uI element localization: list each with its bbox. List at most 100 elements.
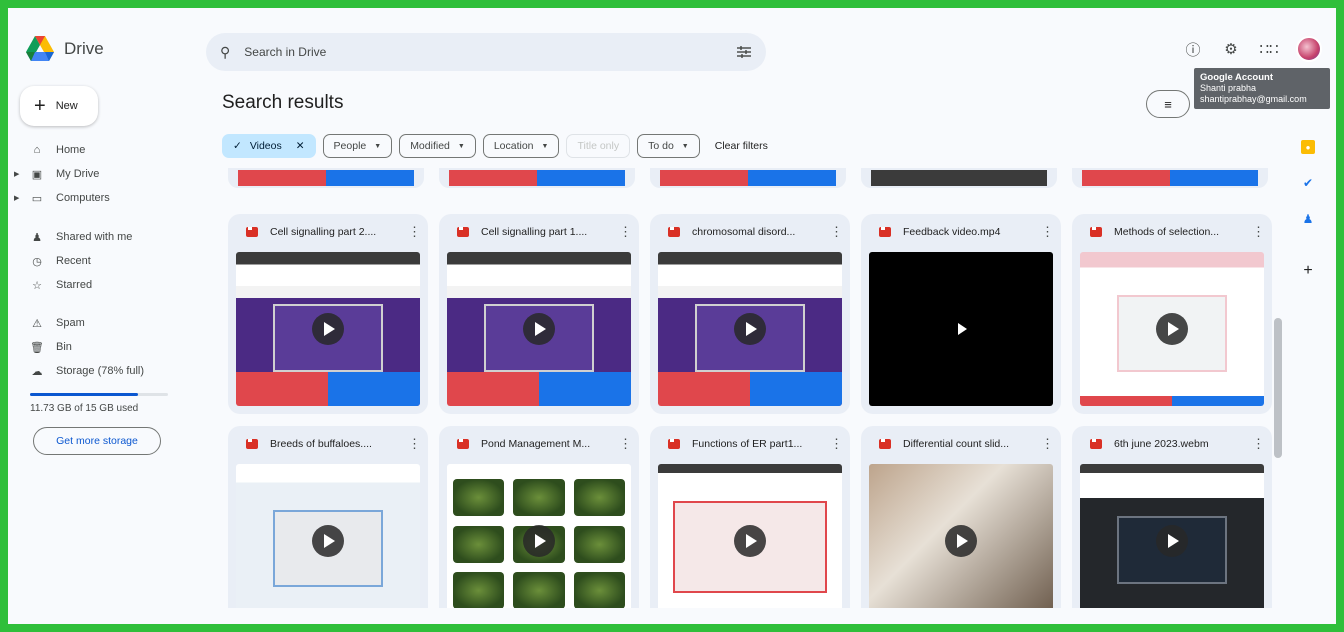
sidebar-item-label: Starred <box>56 279 93 291</box>
search-icon[interactable]: ⚲ <box>220 44 230 61</box>
video-thumbnail[interactable] <box>658 252 842 406</box>
file-card[interactable]: Cell signalling part 2.... ⋮ <box>228 214 428 414</box>
new-button[interactable]: + New <box>20 86 98 126</box>
drive-logo[interactable]: Drive <box>26 36 104 62</box>
file-card[interactable]: Differential count slid... ⋮ <box>861 426 1061 608</box>
grid-scrollbar[interactable] <box>1272 168 1284 608</box>
filter-chip-location[interactable]: Location ▼ <box>482 134 560 158</box>
sidebar-item-shared[interactable]: ♟ Shared with me <box>20 225 200 249</box>
filter-chip-label: To do <box>648 140 674 152</box>
sidebar-item-storage[interactable]: ☁ Storage (78% full) <box>20 359 200 383</box>
more-actions-icon[interactable]: ⋮ <box>408 224 421 240</box>
filter-chip-label: Title only <box>577 140 620 152</box>
play-icon[interactable] <box>523 313 555 345</box>
video-thumbnail[interactable] <box>236 252 420 406</box>
file-card[interactable]: 6th june 2023.webm ⋮ <box>1072 426 1272 608</box>
storage-used-text: 11.73 GB of 15 GB used <box>30 403 139 414</box>
settings-icon[interactable]: ⚙ <box>1220 38 1242 60</box>
check-icon: ✓ <box>233 140 242 152</box>
file-card[interactable]: Feedback video.mp4 ⋮ <box>861 214 1061 414</box>
file-card[interactable]: Breeds of buffaloes.... ⋮ <box>228 426 428 608</box>
sidebar-item-home[interactable]: ⌂ Home <box>20 138 200 162</box>
play-icon[interactable] <box>1156 525 1188 557</box>
search-input[interactable]: Search in Drive <box>244 45 722 59</box>
play-icon[interactable] <box>734 313 766 345</box>
sidebar-item-label: Storage (78% full) <box>56 365 145 377</box>
play-icon[interactable] <box>1156 313 1188 345</box>
close-icon[interactable]: ✕ <box>296 140 305 152</box>
video-thumbnail[interactable] <box>1080 464 1264 608</box>
play-icon[interactable] <box>312 525 344 557</box>
file-card[interactable]: Pond Management M... ⋮ <box>439 426 639 608</box>
more-actions-icon[interactable]: ⋮ <box>619 224 632 240</box>
clear-filters-button[interactable]: Clear filters <box>707 140 768 152</box>
keep-icon[interactable]: ● <box>1301 140 1315 154</box>
play-icon[interactable] <box>945 525 977 557</box>
tasks-icon[interactable]: ✔ <box>1301 176 1315 190</box>
play-icon[interactable] <box>312 313 344 345</box>
filter-chip-videos[interactable]: ✓ Videos ✕ <box>222 134 316 158</box>
partial-card[interactable] <box>1072 168 1268 188</box>
filter-chip-people[interactable]: People ▼ <box>322 134 393 158</box>
side-panel: ● ✔ ♟ + <box>1288 128 1328 624</box>
search-bar[interactable]: ⚲ Search in Drive <box>206 33 766 71</box>
video-file-icon <box>246 227 258 237</box>
scrollbar-thumb[interactable] <box>1274 318 1282 458</box>
more-actions-icon[interactable]: ⋮ <box>408 436 421 452</box>
sidebar-item-starred[interactable]: ☆ Starred <box>20 273 200 297</box>
sidebar-item-bin[interactable]: 🗑 Bin <box>20 335 200 359</box>
more-actions-icon[interactable]: ⋮ <box>1041 436 1054 452</box>
avatar[interactable] <box>1296 36 1322 62</box>
get-addons-icon[interactable]: + <box>1301 262 1315 279</box>
file-card[interactable]: Cell signalling part 1.... ⋮ <box>439 214 639 414</box>
play-icon[interactable] <box>945 313 977 345</box>
sidebar-item-my-drive[interactable]: ▶ ▣ My Drive <box>14 162 200 186</box>
sidebar-item-recent[interactable]: ◷ Recent <box>20 249 200 273</box>
help-icon[interactable]: ⓘ <box>1182 38 1204 60</box>
star-icon: ☆ <box>32 279 42 292</box>
partial-card[interactable] <box>228 168 424 188</box>
filter-chip-todo[interactable]: To do ▼ <box>637 134 700 158</box>
partial-card[interactable] <box>439 168 635 188</box>
sidebar-item-spam[interactable]: ⚠ Spam <box>20 311 200 335</box>
cloud-icon: ☁ <box>31 365 43 378</box>
more-actions-icon[interactable]: ⋮ <box>830 224 843 240</box>
video-thumbnail[interactable] <box>447 252 631 406</box>
file-card[interactable]: chromosomal disord... ⋮ <box>650 214 850 414</box>
play-icon[interactable] <box>523 525 555 557</box>
video-thumbnail[interactable] <box>658 464 842 608</box>
drive-window: Drive ⚲ Search in Drive ⓘ ⚙ ∷∷ Google Ac… <box>8 8 1336 624</box>
partial-card[interactable] <box>650 168 846 188</box>
contacts-icon[interactable]: ♟ <box>1301 212 1315 226</box>
sidebar-item-computers[interactable]: ▶ ▭ Computers <box>14 186 200 210</box>
chevron-down-icon: ▼ <box>374 142 382 150</box>
play-icon[interactable] <box>734 525 766 557</box>
more-actions-icon[interactable]: ⋮ <box>619 436 632 452</box>
video-file-icon <box>246 439 258 449</box>
file-title: 6th june 2023.webm <box>1114 438 1209 450</box>
apps-grid-icon[interactable]: ∷∷ <box>1258 38 1280 60</box>
more-actions-icon[interactable]: ⋮ <box>1252 224 1265 240</box>
more-actions-icon[interactable]: ⋮ <box>1252 436 1265 452</box>
sidebar-item-label: My Drive <box>56 168 100 180</box>
video-file-icon <box>1090 227 1102 237</box>
file-grid: Cell signalling part 2.... ⋮ Cell signall… <box>218 168 1274 608</box>
video-thumbnail[interactable] <box>447 464 631 608</box>
partial-card[interactable] <box>861 168 1057 188</box>
more-actions-icon[interactable]: ⋮ <box>830 436 843 452</box>
list-view-button[interactable]: ≡ <box>1146 90 1190 118</box>
get-more-storage-button[interactable]: Get more storage <box>33 427 161 455</box>
video-thumbnail[interactable] <box>869 464 1053 608</box>
search-options-icon[interactable] <box>736 45 752 59</box>
home-icon: ⌂ <box>33 144 41 156</box>
filter-chip-modified[interactable]: Modified ▼ <box>399 134 476 158</box>
video-thumbnail[interactable] <box>869 252 1053 406</box>
video-thumbnail[interactable] <box>1080 252 1264 406</box>
video-file-icon <box>457 439 469 449</box>
expand-caret-icon[interactable]: ▶ <box>14 194 19 202</box>
expand-caret-icon[interactable]: ▶ <box>14 170 19 178</box>
file-card[interactable]: Methods of selection... ⋮ <box>1072 214 1272 414</box>
file-card[interactable]: Functions of ER part1... ⋮ <box>650 426 850 608</box>
video-thumbnail[interactable] <box>236 464 420 608</box>
more-actions-icon[interactable]: ⋮ <box>1041 224 1054 240</box>
